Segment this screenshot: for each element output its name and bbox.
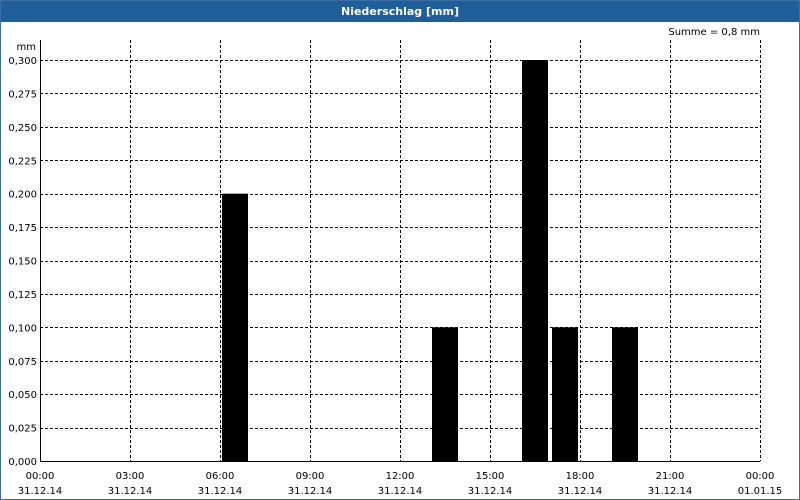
- y-tick-label: 0,000: [8, 457, 37, 468]
- y-tick-label: 0,275: [8, 89, 37, 100]
- x-tick-date: 01.01.15: [738, 486, 783, 497]
- y-tick-label: 0,025: [8, 424, 37, 435]
- x-tick-date: 31.12.14: [108, 486, 153, 497]
- x-tick-date: 31.12.14: [288, 486, 333, 497]
- precipitation-chart: mm Summe = 0,8 mm 0,0000,0250,0500,0750,…: [8, 27, 783, 497]
- y-tick-label: 0,250: [8, 123, 37, 134]
- x-tick-time: 21:00: [656, 471, 685, 482]
- y-axis-label: mm: [17, 42, 36, 53]
- x-tick-time: 12:00: [386, 471, 415, 482]
- x-tick-time: 09:00: [296, 471, 325, 482]
- precip-bar: [552, 327, 578, 461]
- x-tick-time: 06:00: [206, 471, 235, 482]
- y-tick-label: 0,050: [8, 390, 37, 401]
- y-tick-label: 0,300: [8, 56, 37, 67]
- x-tick-date: 31.12.14: [558, 486, 603, 497]
- y-tick-label: 0,225: [8, 156, 37, 167]
- x-tick-date: 31.12.14: [18, 486, 63, 497]
- x-tick-time: 00:00: [746, 471, 775, 482]
- y-tick-label: 0,200: [8, 190, 37, 201]
- x-tick-time: 00:00: [26, 471, 55, 482]
- precip-bar: [522, 60, 548, 461]
- y-tick-label: 0,175: [8, 223, 37, 234]
- x-tick-date: 31.12.14: [468, 486, 513, 497]
- precip-bar: [222, 193, 248, 461]
- x-tick-date: 31.12.14: [648, 486, 693, 497]
- y-tick-label: 0,150: [8, 257, 37, 268]
- sum-annotation: Summe = 0,8 mm: [668, 27, 760, 38]
- x-tick-date: 31.12.14: [198, 486, 243, 497]
- y-tick-label: 0,075: [8, 357, 37, 368]
- grid: [40, 40, 761, 462]
- x-tick-time: 18:00: [566, 471, 595, 482]
- y-tick-labels: 0,000 0,025 0,050 0,075 0,100 0,125 0,150 0,175…: [8, 56, 37, 468]
- x-tick-date: 31.12.14: [378, 486, 423, 497]
- x-tick-labels: 00:00 31.12.14 03:00 31.12.14 06:00 31.12.14 0…: [18, 471, 783, 497]
- x-tick-time: 15:00: [476, 471, 505, 482]
- y-tick-label: 0,125: [8, 290, 37, 301]
- y-tick-label: 0,100: [8, 323, 37, 334]
- precip-bar: [612, 327, 638, 461]
- precip-bar: [432, 327, 458, 461]
- x-tick-time: 03:00: [116, 471, 145, 482]
